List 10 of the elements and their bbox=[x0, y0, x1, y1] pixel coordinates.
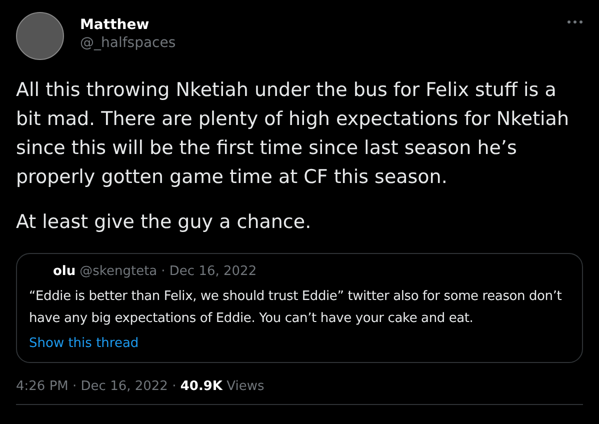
show-thread-link[interactable]: Show this thread bbox=[29, 334, 139, 353]
tweet-text: All this throwing Nketiah under the bus for Felix stuff is a bit mad. There are plenty of high expectations for Nketiah since this will be the first time since last season he’s properly gotten game time at CF this season. bbox=[16, 78, 570, 190]
quoted-author-handle: @skengteta bbox=[80, 263, 158, 281]
quoted-tweet-date: · Dec 16, 2022 bbox=[161, 263, 257, 281]
author-name[interactable]: Matthew bbox=[80, 16, 551, 34]
tweet-timestamp-views: 4:26 PM · Dec 16, 2022 · 40.9K Views bbox=[16, 378, 266, 396]
author-handle[interactable]: @_halfspaces bbox=[80, 34, 551, 52]
quoted-tweet-text: “Eddie is better than Felix, we should trust Eddie” twitter also for some reason don’t have any big expectations of Eddie. You can’t have your cake and eat. bbox=[29, 288, 563, 328]
quoted-author-name: olu bbox=[53, 263, 76, 281]
tweet-text: At least give the guy a chance. bbox=[16, 210, 312, 235]
